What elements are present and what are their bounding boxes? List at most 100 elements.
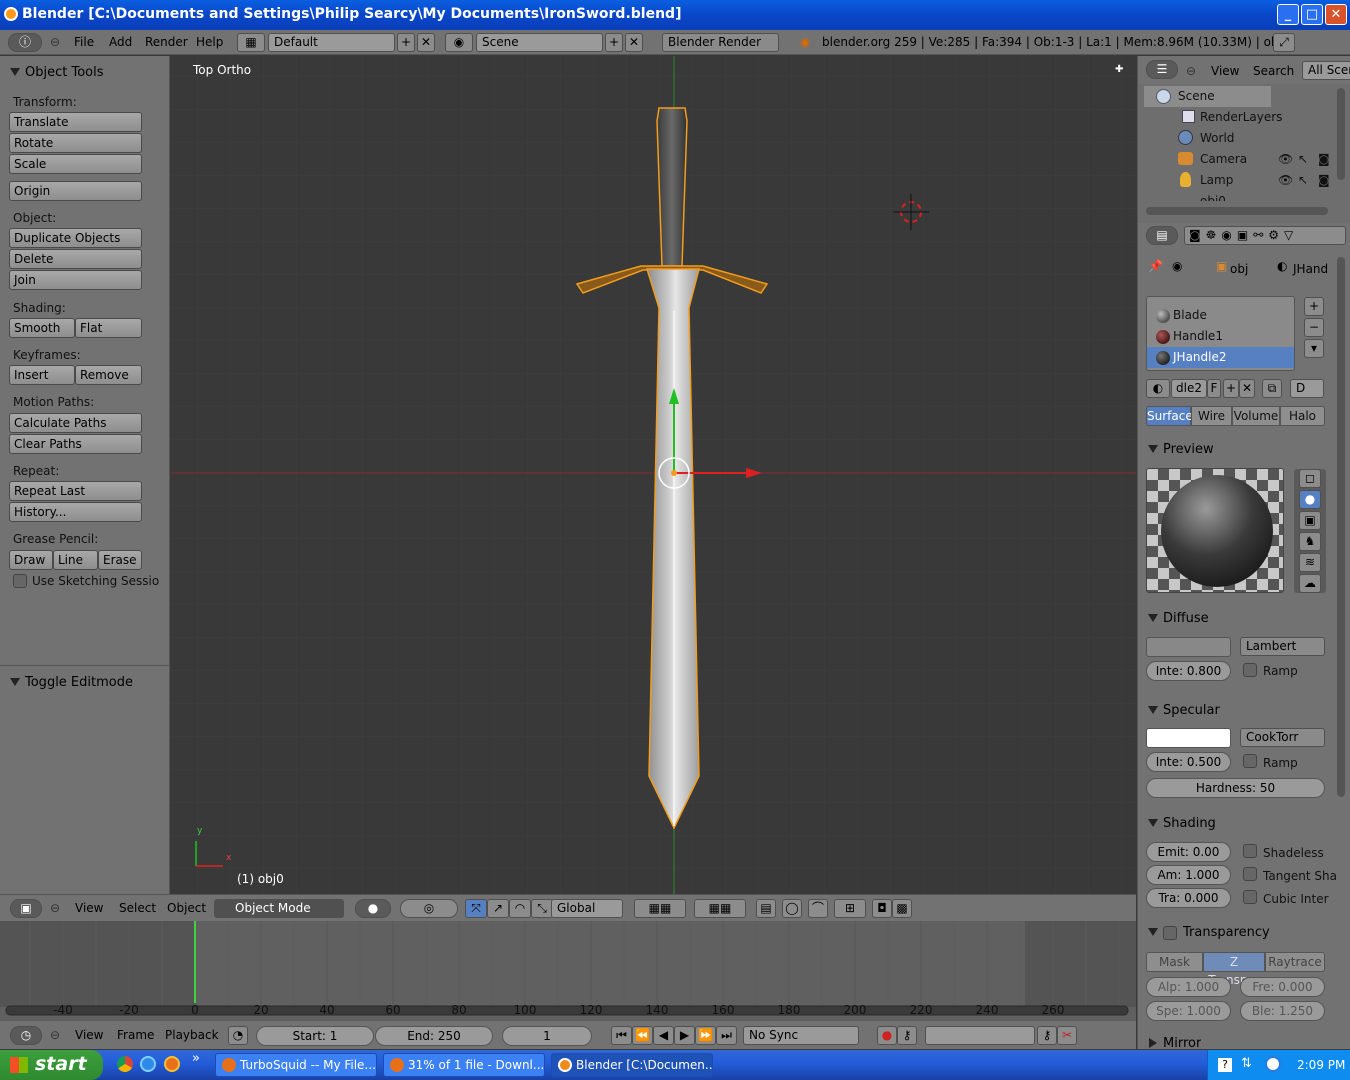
next-keyframe-icon[interactable]: ⏩	[695, 1026, 716, 1045]
ie-icon[interactable]	[140, 1056, 156, 1072]
current-frame-field[interactable]: 1	[502, 1026, 592, 1046]
shadeless-checkbox[interactable]	[1243, 844, 1257, 858]
screen-layout-icon[interactable]: ▦	[237, 33, 265, 52]
line-button[interactable]: Line	[53, 550, 98, 570]
draw-button[interactable]: Draw	[9, 550, 53, 570]
render-camera-icon[interactable]: ◙	[1318, 173, 1330, 187]
scene-layers-icon[interactable]: ▦▦	[694, 899, 746, 918]
preview-cube-icon[interactable]: ▣	[1299, 511, 1321, 530]
keying-set-field[interactable]	[925, 1026, 1035, 1045]
tab-volume[interactable]: Volume	[1232, 406, 1280, 426]
screen-layout-field[interactable]: Default	[268, 33, 395, 52]
menu-render[interactable]: Render	[145, 35, 188, 49]
editor-type-button[interactable]: ⓘ	[8, 33, 42, 52]
menu-search[interactable]: Search	[1253, 64, 1294, 78]
keying-set-icon[interactable]: ⚷	[897, 1026, 917, 1045]
hardness-field[interactable]: Hardness: 50	[1146, 778, 1325, 798]
record-icon[interactable]: ●	[877, 1026, 897, 1045]
end-frame-field[interactable]: End: 250	[375, 1026, 493, 1046]
tab-halo[interactable]: Halo	[1280, 406, 1325, 426]
scale-manipulator-icon[interactable]: ⤡	[531, 899, 553, 918]
diffuse-panel-header[interactable]: Diffuse	[1148, 611, 1209, 626]
firefox-icon[interactable]	[164, 1056, 180, 1072]
scene-layers-icon[interactable]: ▦▦	[634, 899, 686, 918]
preview-panel-header[interactable]: Preview	[1148, 442, 1214, 457]
collapse-icon[interactable]: ⊖	[50, 901, 60, 915]
diffuse-shader-select[interactable]: Lambert	[1240, 637, 1325, 656]
preview-sphere-icon[interactable]: ●	[1299, 490, 1321, 509]
editor-type-button[interactable]: ▤	[1146, 226, 1178, 245]
collapse-icon[interactable]: ⊖	[50, 1028, 60, 1042]
link-data-select[interactable]: D	[1290, 379, 1324, 398]
editor-type-button[interactable]: ◷	[10, 1026, 42, 1045]
select-cursor-icon[interactable]: ↖	[1298, 173, 1308, 187]
timeline[interactable]: -40 -20 0 20 40 60 80 100 120 140 160 180 200 220 240 2…	[0, 921, 1136, 1021]
taskbar-item-blender[interactable]: Blender [C:\Documen...	[551, 1053, 713, 1077]
context-tabs[interactable]: ◙☸◉▣⚯⚙▽	[1184, 226, 1346, 245]
material-name-field[interactable]: dle2	[1171, 379, 1207, 398]
tangent-shading-checkbox[interactable]	[1243, 867, 1257, 881]
blend-field[interactable]: Ble: 1.250	[1240, 1001, 1325, 1021]
specular-ramp-checkbox[interactable]	[1243, 754, 1257, 768]
specular-intensity-field[interactable]: Inte: 0.500	[1146, 752, 1231, 772]
render-icon[interactable]: ◘	[872, 899, 892, 918]
visibility-eye-icon[interactable]: 👁	[1278, 173, 1293, 187]
preview-plane-icon[interactable]: ◻	[1299, 469, 1321, 488]
magnet-icon[interactable]: ⌒	[808, 899, 828, 918]
properties-scrollbar[interactable]	[1337, 257, 1345, 797]
transform-orientation-select[interactable]: Global	[551, 899, 623, 918]
outliner-vscrollbar[interactable]	[1337, 88, 1345, 180]
tab-surface[interactable]: Surface	[1146, 406, 1193, 426]
lock-layers-icon[interactable]: ▤	[756, 899, 776, 918]
taskbar-item-turbosquid[interactable]: TurboSquid -- My File...	[215, 1053, 377, 1077]
fake-user-button[interactable]: F	[1207, 379, 1221, 398]
clear-paths-button[interactable]: Clear Paths	[9, 434, 142, 454]
translate-button[interactable]: Translate	[9, 112, 142, 132]
translucency-field[interactable]: Tra: 0.000	[1146, 888, 1231, 908]
add-layout-button[interactable]: +	[397, 33, 415, 52]
specular-transparency-field[interactable]: Spe: 1.000	[1146, 1001, 1231, 1021]
node-material-icon[interactable]: ⧉	[1262, 379, 1282, 398]
diffuse-ramp-checkbox[interactable]	[1243, 663, 1257, 677]
preview-monkey-icon[interactable]: ♞	[1299, 532, 1321, 551]
mode-select[interactable]: Object Mode	[214, 899, 344, 918]
start-frame-field[interactable]: Start: 1	[256, 1026, 374, 1046]
render-animation-icon[interactable]: ▩	[892, 899, 912, 918]
specular-shader-select[interactable]: CookTorr	[1240, 728, 1325, 747]
repeat-last-button[interactable]: Repeat Last	[9, 481, 142, 501]
duplicate-objects-button[interactable]: Duplicate Objects	[9, 228, 142, 248]
remove-slot-button[interactable]: −	[1304, 318, 1324, 337]
preview-range-icon[interactable]: ◔	[228, 1026, 248, 1045]
pin-icon[interactable]: 📌	[1148, 259, 1163, 273]
jump-end-icon[interactable]: ⏭	[716, 1026, 737, 1045]
proportional-edit-icon[interactable]: ◯	[782, 899, 802, 918]
mirror-panel-header[interactable]: Mirror	[1148, 1036, 1201, 1049]
alpha-field[interactable]: Alp: 1.000	[1146, 977, 1231, 997]
translate-manipulator-icon[interactable]: ↗	[487, 899, 509, 918]
menu-add[interactable]: Add	[109, 35, 132, 49]
chrome-icon[interactable]	[117, 1056, 133, 1072]
select-cursor-icon[interactable]: ↖	[1298, 152, 1308, 166]
clock-icon[interactable]	[1265, 1056, 1281, 1072]
help-icon[interactable]: ?	[1218, 1058, 1232, 1072]
flat-button[interactable]: Flat	[75, 318, 142, 338]
history-button[interactable]: History...	[9, 502, 142, 522]
specular-panel-header[interactable]: Specular	[1148, 703, 1220, 718]
collapse-icon[interactable]: ⊖	[50, 35, 60, 49]
outliner-hscrollbar[interactable]	[1146, 207, 1328, 215]
preview-sky-icon[interactable]: ☁	[1299, 574, 1321, 593]
add-slot-button[interactable]: +	[1304, 297, 1324, 316]
material-browse-icon[interactable]: ◐	[1146, 379, 1170, 398]
tab-wire[interactable]: Wire	[1191, 406, 1232, 426]
remove-layout-button[interactable]: ✕	[417, 33, 435, 52]
3d-viewport[interactable]: Top Ortho y x (1) obj0 ✚	[171, 56, 1136, 894]
menu-playback[interactable]: Playback	[165, 1028, 219, 1042]
outliner-row-obj0[interactable]: obj0	[1166, 191, 1226, 201]
editor-type-button[interactable]: ☰	[1146, 60, 1178, 79]
scene-field[interactable]: Scene	[476, 33, 603, 52]
fresnel-field[interactable]: Fre: 0.000	[1240, 977, 1325, 997]
diffuse-intensity-field[interactable]: Inte: 0.800	[1146, 661, 1231, 681]
scale-button[interactable]: Scale	[9, 154, 142, 174]
remove-scene-button[interactable]: ✕	[625, 33, 643, 52]
visibility-eye-icon[interactable]: 👁	[1278, 152, 1293, 166]
